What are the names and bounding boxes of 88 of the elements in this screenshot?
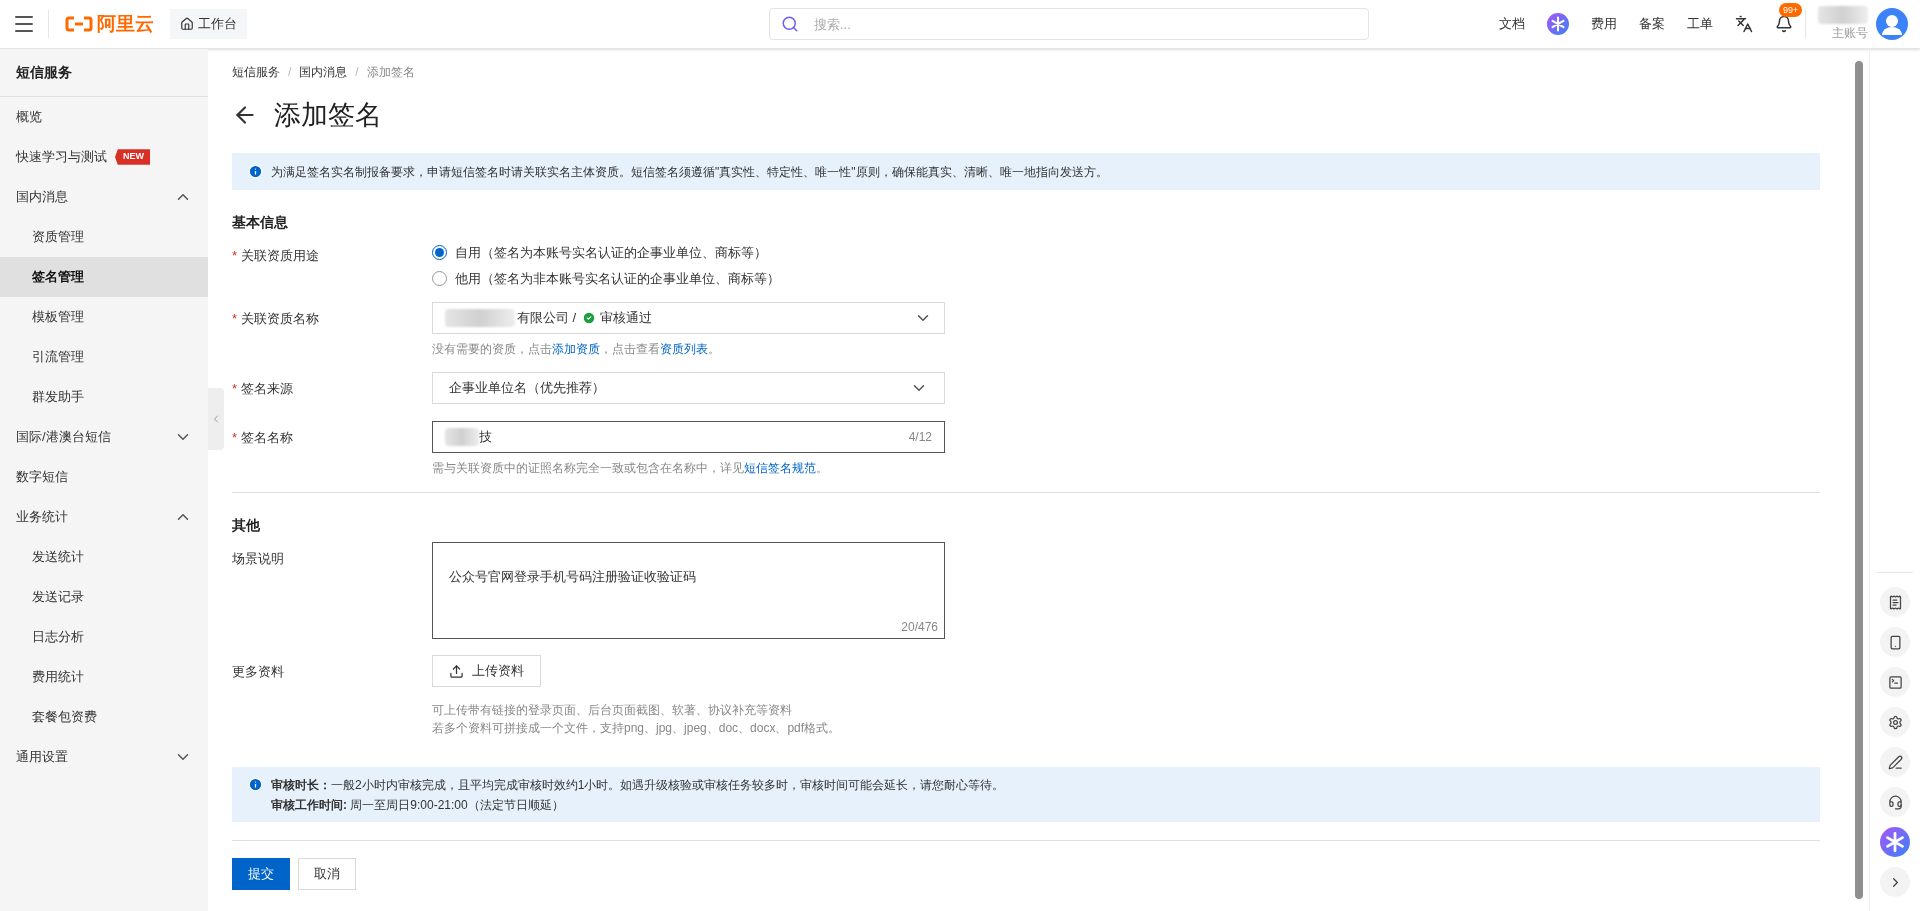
info-icon xyxy=(248,777,263,792)
source-select[interactable]: 企事业单位名（优先推荐） xyxy=(432,372,945,404)
top-link[interactable]: 工单 xyxy=(1687,14,1713,34)
avatar[interactable] xyxy=(1876,8,1908,40)
radio-option[interactable]: 他用（签名为非本账号实名认证的企事业单位、商标等） xyxy=(432,268,780,288)
required-mark: * xyxy=(232,248,238,263)
required-mark: * xyxy=(232,430,238,445)
upload-icon xyxy=(449,663,464,679)
sidebar-item[interactable]: 费用统计 xyxy=(0,657,208,697)
field-label: 场景说明 xyxy=(232,551,284,566)
language-icon[interactable] xyxy=(1735,15,1753,33)
breadcrumb-link[interactable]: 添加签名 xyxy=(366,63,415,81)
sidebar-item[interactable]: 通用设置 xyxy=(0,737,208,777)
char-count: 4/12 xyxy=(908,429,932,446)
upload-button[interactable]: 上传资料 xyxy=(432,655,541,687)
terminal-icon[interactable] xyxy=(1880,667,1910,697)
char-count: 20/476 xyxy=(901,619,938,636)
hint-text: 没有需要的资质，点击添加资质，点击查看资质列表。 xyxy=(432,342,720,356)
top-link[interactable]: 备案 xyxy=(1639,14,1665,34)
review-text: 审核时长：一般2小时内审核完成，且平均完成审核时效约1小时。如遇升级核验或审核任务较多时，审核时间可能会延长，请您耐心等待。 xyxy=(271,777,1005,794)
redacted-blur xyxy=(1818,6,1868,24)
sidebar-item[interactable]: 群发助手 xyxy=(0,377,208,417)
sidebar-item[interactable]: 资质管理 xyxy=(0,217,208,257)
sidebar-item[interactable]: 发送记录 xyxy=(0,577,208,617)
required-mark: * xyxy=(232,381,238,396)
receipt-icon[interactable] xyxy=(1880,587,1910,617)
check-icon xyxy=(582,311,597,325)
sidebar-item[interactable]: 发送统计 xyxy=(0,537,208,577)
radio-option[interactable]: 自用（签名为本账号实名认证的企事业单位、商标等） xyxy=(432,243,780,263)
assistant-icon[interactable] xyxy=(1547,13,1569,35)
field-label: 关联资质用途 xyxy=(241,248,320,263)
sidebar-item[interactable]: 概览 xyxy=(0,97,208,137)
field-label: 签名来源 xyxy=(241,381,294,396)
notice-text: 为满足签名实名制报备要求，申请短信签名时请关联实名主体资质。短信签名须遵循"真实性、特定性、唯一性"原则，确保能真实、清晰、唯一地指向发送方。 xyxy=(271,163,1108,181)
field-label: 更多资料 xyxy=(232,664,284,679)
sidebar-title: 短信服务 xyxy=(16,63,72,82)
review-text: 审核工作时间: 周一至周日9:00-21:00（法定节日顺延） xyxy=(271,797,565,814)
breadcrumb-link[interactable]: 短信服务 xyxy=(232,63,280,81)
pen-icon[interactable] xyxy=(1880,747,1910,777)
sidebar-item[interactable]: 日志分析 xyxy=(0,617,208,657)
sidebar-item[interactable]: 数字短信 xyxy=(0,457,208,497)
logo-icon xyxy=(65,16,93,32)
sidebar-item[interactable]: 国际/港澳台短信 xyxy=(0,417,208,457)
page-title: 添加签名 xyxy=(274,98,382,132)
new-badge: NEW xyxy=(115,149,150,165)
required-mark: * xyxy=(232,311,238,326)
search-icon[interactable] xyxy=(781,15,799,33)
section-heading: 基本信息 xyxy=(232,213,289,232)
sidebar-item[interactable]: 国内消息 xyxy=(0,177,208,217)
breadcrumb-separator: / xyxy=(288,64,292,81)
field-label: 关联资质名称 xyxy=(241,311,320,326)
hint-text: 需与关联资质中的证照名称完全一致或包含在名称中，详见短信签名规范。 xyxy=(432,461,828,475)
hint-link[interactable]: 短信签名规范 xyxy=(744,461,816,475)
assistant-icon[interactable] xyxy=(1880,827,1910,857)
scene-textarea[interactable]: 公众号官网登录手机号码注册验证收验证码 20/476 xyxy=(432,542,945,639)
notification-badge: 99+ xyxy=(1779,3,1803,17)
hint-link[interactable]: 资质列表 xyxy=(660,342,708,356)
breadcrumb-separator: / xyxy=(355,64,359,81)
hint-text: 可上传带有链接的登录页面、后台页面截图、软著、协议补充等资料 xyxy=(432,702,793,719)
workbench-button[interactable]: 工作台 xyxy=(170,9,247,39)
field-label: 签名名称 xyxy=(241,430,294,445)
cancel-button[interactable]: 取消 xyxy=(298,858,356,890)
account-label: 主账号 xyxy=(1832,25,1868,42)
top-link[interactable]: 文档 xyxy=(1499,14,1525,34)
hint-text: 若多个资料可拼接成一个文件，支持png、jpg、jpeg、doc、docx、pdf格式。 xyxy=(432,720,841,737)
sidebar-item[interactable]: 快速学习与测试 NEW xyxy=(0,137,208,177)
headset-icon[interactable] xyxy=(1880,787,1910,817)
search-field[interactable]: 搜索... xyxy=(769,8,1369,40)
qualification-select[interactable]: 有限公司 / 审核通过 xyxy=(432,302,945,334)
breadcrumb-link[interactable]: 国内消息 xyxy=(299,63,348,81)
phone-icon[interactable] xyxy=(1880,627,1910,657)
section-heading: 其他 xyxy=(232,516,261,535)
redacted-blur xyxy=(445,309,515,327)
top-link[interactable]: 费用 xyxy=(1591,14,1617,34)
sidebar-item[interactable]: 模板管理 xyxy=(0,297,208,337)
signature-name-field[interactable]: 技 4/12 xyxy=(432,421,945,453)
settings-icon[interactable] xyxy=(1880,707,1910,737)
collapse-handle[interactable] xyxy=(208,388,224,450)
submit-button[interactable]: 提交 xyxy=(232,858,290,890)
sidebar-item[interactable]: 套餐包资费 xyxy=(0,697,208,737)
sidebar-item[interactable]: 引流管理 xyxy=(0,337,208,377)
home-icon xyxy=(180,17,194,31)
hint-link[interactable]: 添加资质 xyxy=(552,342,600,356)
notification-icon[interactable] xyxy=(1775,15,1793,33)
sidebar-item[interactable]: 业务统计 xyxy=(0,497,208,537)
info-icon xyxy=(248,164,263,179)
redacted-blur xyxy=(445,428,479,446)
sidebar-item[interactable]: 签名管理 xyxy=(0,257,208,297)
